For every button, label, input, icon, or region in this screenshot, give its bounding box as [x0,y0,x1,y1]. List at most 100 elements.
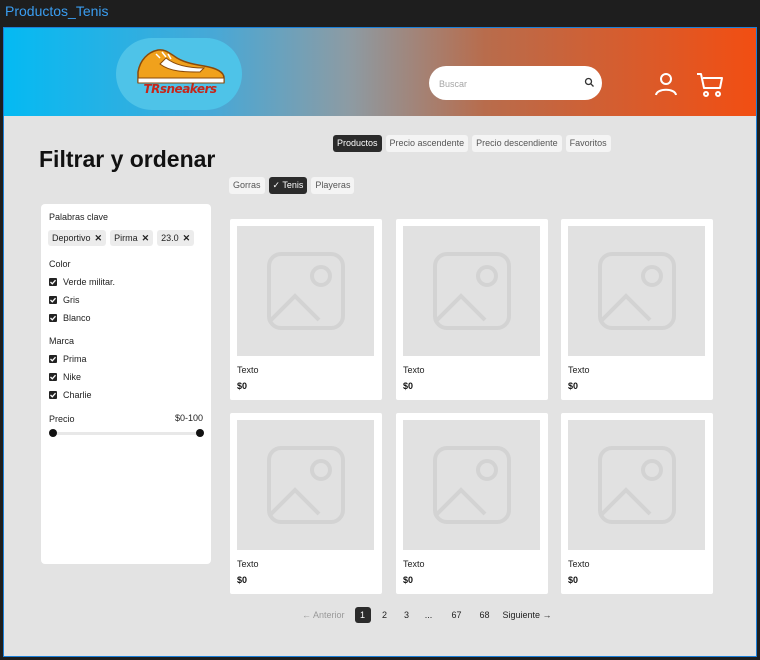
sort-tab[interactable]: Precio ascendente [385,135,469,152]
product-image[interactable] [237,226,374,356]
category-tab[interactable]: ✓ Tenis [268,177,308,194]
category-tab-label: Gorras [233,180,261,190]
image-placeholder-icon [267,252,345,330]
product-image[interactable] [568,226,705,356]
checkbox-label: Charlie [63,390,92,400]
keyword-chips: Deportivo ✕ Pirma ✕ 23.0 ✕ [48,230,195,246]
price-slider-track[interactable] [52,432,200,435]
checkbox-checked-icon[interactable] [49,373,57,381]
keyword-chip: Pirma ✕ [110,230,154,246]
product-image[interactable] [568,420,705,550]
product-price: $0 [568,381,579,391]
color-label: Color [49,259,71,269]
checkbox-checked-icon[interactable] [49,296,57,304]
image-placeholder-icon [267,446,345,524]
checkbox-checked-icon[interactable] [49,278,57,286]
user-icon[interactable] [654,72,678,96]
price-label: Precio [49,414,75,424]
checkbox-checked-icon[interactable] [49,355,57,363]
keyword-chip: 23.0 ✕ [157,230,195,246]
product-card[interactable]: Texto $0 [230,219,382,400]
header-bar: TRsneakers [4,28,756,116]
pagination-page[interactable]: 2 [377,607,393,623]
checkbox-brands[interactable]: Nike [49,372,81,382]
checkbox-label: Nike [63,372,82,382]
keyword-chip-label: 23.0 [161,233,179,243]
brand-label: Marca [49,336,75,346]
logo[interactable]: TRsneakers [116,38,242,110]
product-card[interactable]: Texto $0 [396,219,548,400]
pagination-page[interactable]: 67 [449,607,465,623]
image-placeholder-icon [598,252,676,330]
checkbox-checked-icon[interactable] [49,391,57,399]
app-frame: TRsneakers Filtrar y ordenar ProductosPr… [3,27,757,657]
sneaker-icon [137,49,225,84]
checkbox-colors[interactable]: Gris [49,295,80,305]
keyword-chip-label: Deportivo [52,233,91,243]
checkbox-label: Prima [63,354,87,364]
product-price: $0 [237,575,248,585]
logo-text: TRsneakers [143,82,217,96]
window-title: Productos_Tenis [5,3,109,19]
keywords-label: Palabras clave [49,212,109,222]
search-input[interactable] [437,75,581,93]
pagination: ← Anterior 1 2 3... 67 68 Siguiente → [302,607,552,623]
product-price: $0 [403,381,414,391]
sort-tab[interactable]: Favoritos [565,135,611,152]
product-price: $0 [237,381,248,391]
filter-panel: Palabras clave Deportivo ✕ Pirma ✕ 23.0 ✕ Col… [41,204,211,564]
checkbox-label: Gris [63,295,80,305]
search-icon[interactable] [584,77,595,88]
page-title: Filtrar y ordenar [39,146,216,172]
category-tabs: Gorras ✓ Tenis Playeras [229,177,355,194]
pagination-page: ... [424,610,433,620]
product-name: Texto [237,365,259,375]
sort-tab[interactable]: Precio descendiente [472,135,562,152]
checkbox-colors[interactable]: Blanco [49,313,91,323]
product-price: $0 [568,575,579,585]
checkbox-label: Blanco [63,313,91,323]
checkbox-checked-icon[interactable] [49,314,57,322]
sort-tabs: Productos Precio ascendente Precio descend… [333,135,611,152]
category-tab-label: Tenis [282,180,304,190]
pagination-prev-button[interactable]: ← Anterior [302,610,345,620]
product-name: Texto [403,365,425,375]
product-card[interactable]: Texto $0 [561,219,713,400]
close-icon[interactable]: ✕ [142,233,150,243]
product-name: Texto [568,559,590,569]
product-image[interactable] [237,420,374,550]
product-name: Texto [237,559,259,569]
search-bar[interactable] [429,66,602,100]
checkbox-brands[interactable]: Prima [49,354,87,364]
category-tab[interactable]: Gorras [229,177,265,194]
product-name: Texto [403,559,425,569]
price-slider-max-handle[interactable] [196,429,204,437]
product-card[interactable]: Texto $0 [230,413,382,594]
pagination-page[interactable]: 68 [477,607,493,623]
checkbox-colors[interactable]: Verde militar. [49,277,115,287]
pagination-next-button[interactable]: Siguiente → [503,610,552,620]
cart-icon[interactable] [696,72,724,98]
checkbox-label: Verde militar. [63,277,116,287]
image-placeholder-icon [433,446,511,524]
image-placeholder-icon [598,446,676,524]
price-slider-min-handle[interactable] [49,429,57,437]
product-card[interactable]: Texto $0 [561,413,713,594]
keyword-chip-label: Pirma [114,233,138,243]
close-icon[interactable]: ✕ [183,233,191,243]
product-card[interactable]: Texto $0 [396,413,548,594]
product-price: $0 [403,575,414,585]
product-image[interactable] [403,226,540,356]
pagination-page[interactable]: 1 [354,607,371,623]
pagination-page[interactable]: 3 [399,607,415,623]
sort-tab[interactable]: Productos [333,135,382,152]
category-tab[interactable]: Playeras [311,177,355,194]
checkbox-brands[interactable]: Charlie [49,390,92,400]
product-name: Texto [568,365,590,375]
keyword-chip: Deportivo ✕ [48,230,107,246]
product-image[interactable] [403,420,540,550]
category-tab-label: Playeras [315,180,351,190]
price-range-value: $0-100 [174,413,203,423]
image-placeholder-icon [433,252,511,330]
close-icon[interactable]: ✕ [95,233,103,243]
